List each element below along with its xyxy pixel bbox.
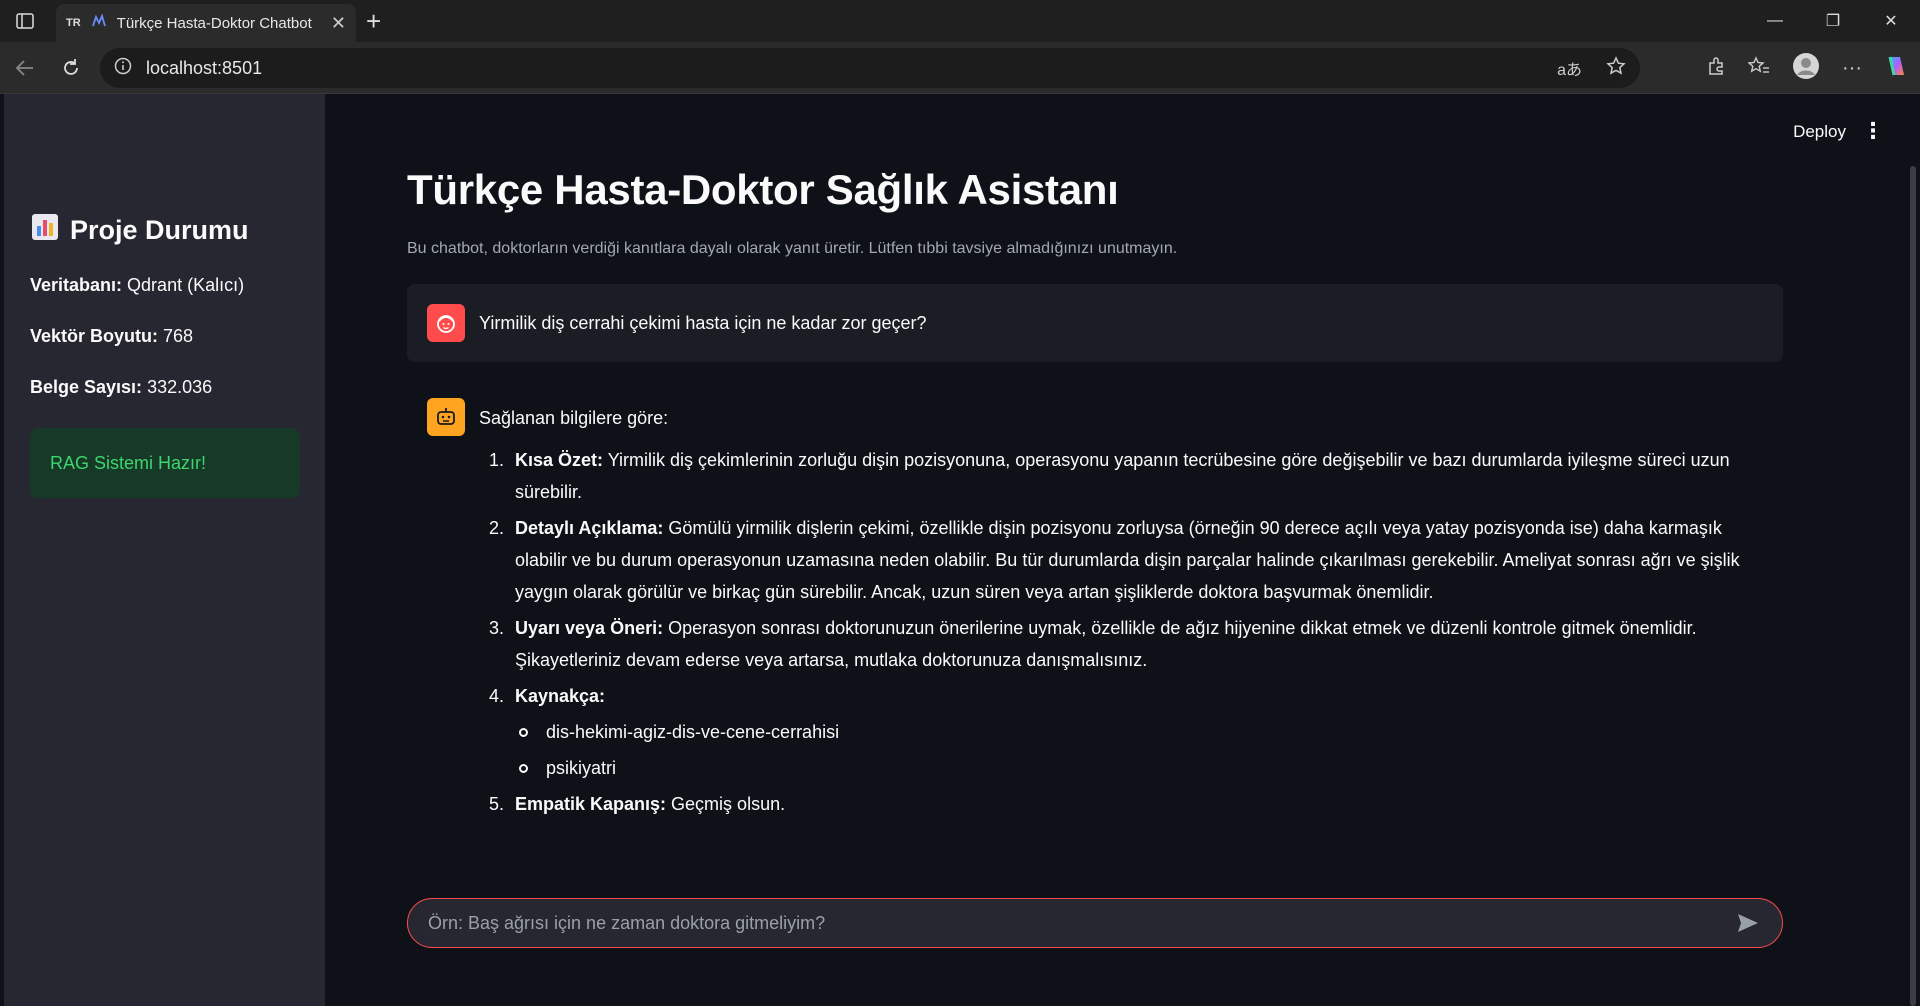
- deploy-button[interactable]: Deploy: [1793, 122, 1846, 142]
- tab-title: Türkçe Hasta-Doktor Chatbot: [116, 14, 312, 32]
- answer-item-text: Operasyon sonrası doktorunuzun önerileri…: [515, 618, 1697, 670]
- sidebar-toggle-icon[interactable]: [0, 0, 50, 42]
- answer-item-label: Detaylı Açıklama:: [515, 518, 664, 538]
- page-caption: Bu chatbot, doktorların verdiği kanıtlar…: [407, 240, 1178, 257]
- answer-item-text: Geçmiş olsun.: [666, 794, 786, 814]
- answer-item-label: Kaynakça:: [515, 686, 606, 706]
- answer-item-warning: Uyarı veya Öneri: Operasyon sonrası dokt…: [509, 612, 1763, 676]
- vector-size-value: 768: [163, 326, 194, 346]
- assistant-intro: Sağlanan bilgilere göre:: [479, 408, 669, 428]
- answer-item-detail: Detaylı Açıklama: Gömülü yirmilik dişler…: [509, 512, 1763, 608]
- answer-item-label: Kısa Özet:: [515, 450, 604, 470]
- source-item: psikiyatri: [519, 752, 1763, 784]
- extensions-icon[interactable]: [1706, 56, 1726, 81]
- main-menu-icon[interactable]: ⋮: [1862, 118, 1884, 144]
- user-avatar-icon: [427, 304, 465, 342]
- reload-icon[interactable]: [48, 45, 94, 91]
- more-options-icon[interactable]: ···: [1842, 57, 1862, 80]
- answer-item-closing: Empatik Kapanış: Geçmiş olsun.: [509, 788, 1763, 820]
- source-text: psikiyatri: [546, 758, 617, 778]
- read-aloud-icon[interactable]: aあ: [1557, 56, 1582, 80]
- source-item: dis-hekimi-agiz-dis-ve-cene-cerrahisi: [519, 716, 1763, 748]
- sidebar-title-text: Proje Durumu: [70, 215, 249, 245]
- answer-list: Kısa Özet: Yirmilik diş çekimlerinin zor…: [479, 444, 1763, 820]
- streamlit-app: Proje Durumu Veritabanı: Qdrant (Kalıcı)…: [4, 94, 1920, 1006]
- copilot-icon[interactable]: [1884, 53, 1910, 84]
- answer-item-text: Gömülü yirmilik dişlerin çekimi, özellik…: [515, 518, 1740, 602]
- doc-count-row: Belge Sayısı: 332.036: [30, 377, 300, 398]
- sources-list: dis-hekimi-agiz-dis-ve-cene-cerrahisi ps…: [515, 716, 1763, 784]
- streamlit-favicon-icon: [91, 12, 107, 33]
- assistant-message: Sağlanan bilgilere göre: Kısa Özet: Yirm…: [407, 398, 1783, 824]
- user-message: Yirmilik diş cerrahi çekimi hasta için n…: [407, 284, 1783, 362]
- profile-avatar-icon[interactable]: [1792, 52, 1820, 85]
- source-text: dis-hekimi-agiz-dis-ve-cene-cerrahisi: [546, 722, 840, 742]
- page-title: Türkçe Hasta-Doktor Sağlık Asistanı: [407, 166, 1119, 213]
- sidebar: Proje Durumu Veritabanı: Qdrant (Kalıcı)…: [4, 94, 325, 1006]
- answer-item-text: Yirmilik diş çekimlerinin zorluğu dişin …: [515, 450, 1730, 502]
- bullet-icon: [519, 727, 528, 737]
- window-controls: — ❐ ✕: [1746, 0, 1920, 42]
- favorites-icon[interactable]: [1747, 55, 1770, 81]
- tab-group-label[interactable]: TR: [66, 17, 81, 29]
- restore-icon[interactable]: ❐: [1804, 0, 1862, 42]
- assistant-avatar-icon: [427, 398, 465, 436]
- vector-size-label: Vektör Boyutu:: [30, 326, 159, 346]
- db-value: Qdrant (Kalıcı): [127, 275, 245, 295]
- db-info-row: Veritabanı: Qdrant (Kalıcı): [30, 275, 300, 296]
- answer-item-label: Uyarı veya Öneri:: [515, 618, 664, 638]
- answer-item-label: Empatik Kapanış:: [515, 794, 667, 814]
- browser-toolbar: localhost:8501 aあ ···: [0, 42, 1920, 94]
- doc-count-label: Belge Sayısı:: [30, 377, 143, 397]
- doc-count-value: 332.036: [147, 377, 213, 397]
- assistant-message-body: Sağlanan bilgilere göre: Kısa Özet: Yirm…: [479, 402, 1763, 824]
- main-area: Deploy ⋮ Türkçe Hasta-Doktor Sağlık Asis…: [325, 94, 1920, 1006]
- browser-tab[interactable]: TR Türkçe Hasta-Doktor Chatbot ✕: [56, 4, 356, 42]
- chat-input[interactable]: [428, 912, 1734, 934]
- chat-input-box[interactable]: [407, 898, 1783, 948]
- bullet-icon: [519, 763, 528, 773]
- favorite-star-icon[interactable]: [1606, 55, 1626, 81]
- db-label: Veritabanı:: [30, 275, 123, 295]
- bar-chart-icon: [30, 212, 60, 249]
- vector-size-row: Vektör Boyutu: 768: [30, 326, 300, 347]
- content-column: Türkçe Hasta-Doktor Sağlık Asistanı Bu c…: [407, 166, 1783, 824]
- address-bar[interactable]: localhost:8501 aあ: [100, 48, 1640, 88]
- answer-item-summary: Kısa Özet: Yirmilik diş çekimlerinin zor…: [509, 444, 1763, 508]
- sidebar-title: Proje Durumu: [30, 212, 300, 249]
- minimize-icon[interactable]: —: [1746, 0, 1804, 42]
- url-text[interactable]: localhost:8501: [146, 58, 262, 79]
- user-message-text: Yirmilik diş cerrahi çekimi hasta için n…: [479, 312, 927, 333]
- close-window-icon[interactable]: ✕: [1862, 0, 1920, 42]
- answer-item-sources: Kaynakça: dis-hekimi-agiz-dis-ve-cene-ce…: [509, 680, 1763, 784]
- send-icon[interactable]: [1734, 909, 1762, 937]
- new-tab-icon[interactable]: +: [366, 6, 381, 37]
- close-tab-icon[interactable]: ✕: [331, 13, 346, 34]
- back-icon[interactable]: [2, 45, 48, 91]
- status-success-box: RAG Sistemi Hazır!: [30, 428, 300, 498]
- browser-tabbar: TR Türkçe Hasta-Doktor Chatbot ✕ + — ❐ ✕: [0, 0, 1920, 42]
- scrollbar[interactable]: [1910, 166, 1916, 1006]
- site-info-icon[interactable]: [114, 57, 132, 80]
